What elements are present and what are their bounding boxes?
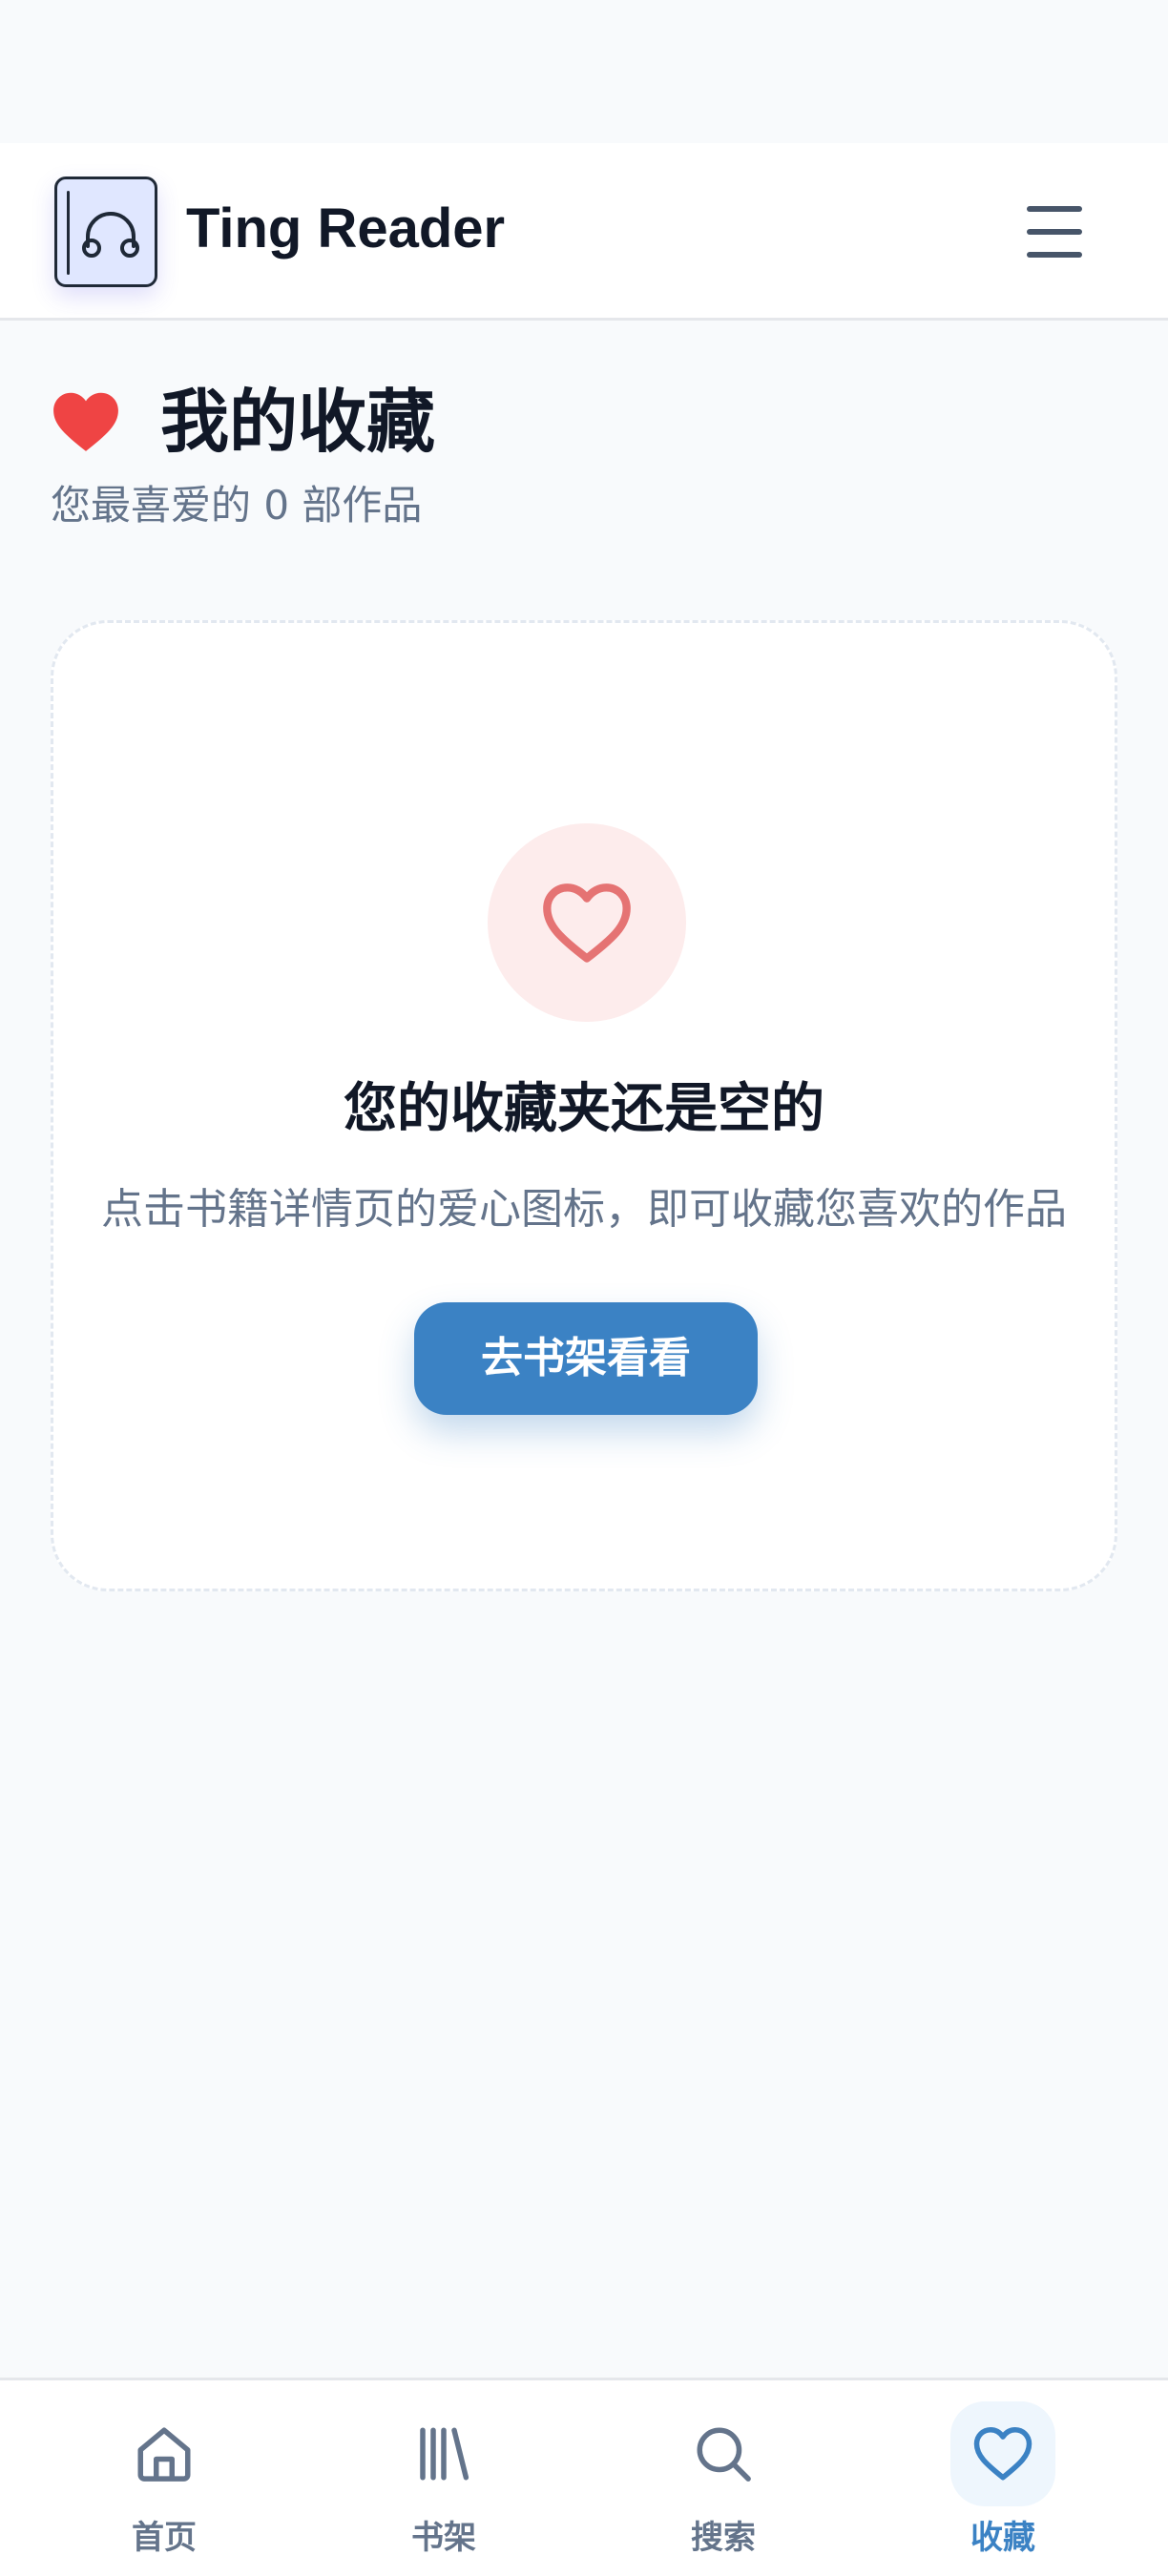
app-logo[interactable]	[54, 177, 157, 287]
nav-item-home[interactable]: 首页	[69, 2380, 260, 2576]
nav-label-home: 首页	[132, 2519, 197, 2557]
empty-state-icon-circle	[488, 823, 686, 1022]
nav-icon-wrapper	[671, 2401, 776, 2506]
status-bar	[0, 0, 1168, 143]
library-icon	[420, 2427, 469, 2481]
page-subtitle: 您最喜爱的 0 部作品	[51, 482, 423, 529]
search-icon	[697, 2427, 751, 2482]
hamburger-menu-icon[interactable]	[1019, 198, 1090, 265]
heart-outline-icon	[543, 883, 631, 963]
heart-icon	[973, 2426, 1032, 2481]
nav-item-favorites[interactable]: 收藏	[907, 2380, 1098, 2576]
nav-label-favorites: 收藏	[970, 2519, 1035, 2557]
app-header: Ting Reader	[0, 143, 1168, 321]
home-icon	[137, 2427, 191, 2482]
empty-state-title: 您的收藏夹还是空的	[344, 1078, 824, 1140]
nav-icon-wrapper	[391, 2401, 496, 2506]
heart-icon	[53, 392, 118, 451]
headphones-icon	[82, 212, 139, 258]
nav-item-search[interactable]: 搜索	[628, 2380, 819, 2576]
empty-state-description: 点击书籍详情页的爱心图标，即可收藏您喜欢的作品	[101, 1185, 1067, 1234]
nav-icon-wrapper-active	[950, 2401, 1055, 2506]
page-title: 我的收藏	[160, 382, 436, 462]
nav-icon-wrapper	[112, 2401, 217, 2506]
app-title: Ting Reader	[186, 197, 506, 260]
book-spine	[67, 191, 70, 275]
empty-state-card: 您的收藏夹还是空的 点击书籍详情页的爱心图标，即可收藏您喜欢的作品 去书架看看	[51, 620, 1117, 1591]
nav-label-search: 搜索	[691, 2519, 756, 2557]
favorites-page: Ting Reader 我的收藏 您最喜爱的 0 部作品 您的收藏夹还是空的 点…	[0, 0, 1168, 2576]
go-to-bookshelf-button[interactable]: 去书架看看	[414, 1302, 758, 1415]
bottom-navigation: 首页 书架 搜索 收藏	[0, 2378, 1168, 2576]
nav-label-bookshelf: 书架	[411, 2519, 476, 2557]
nav-item-bookshelf[interactable]: 书架	[348, 2380, 539, 2576]
